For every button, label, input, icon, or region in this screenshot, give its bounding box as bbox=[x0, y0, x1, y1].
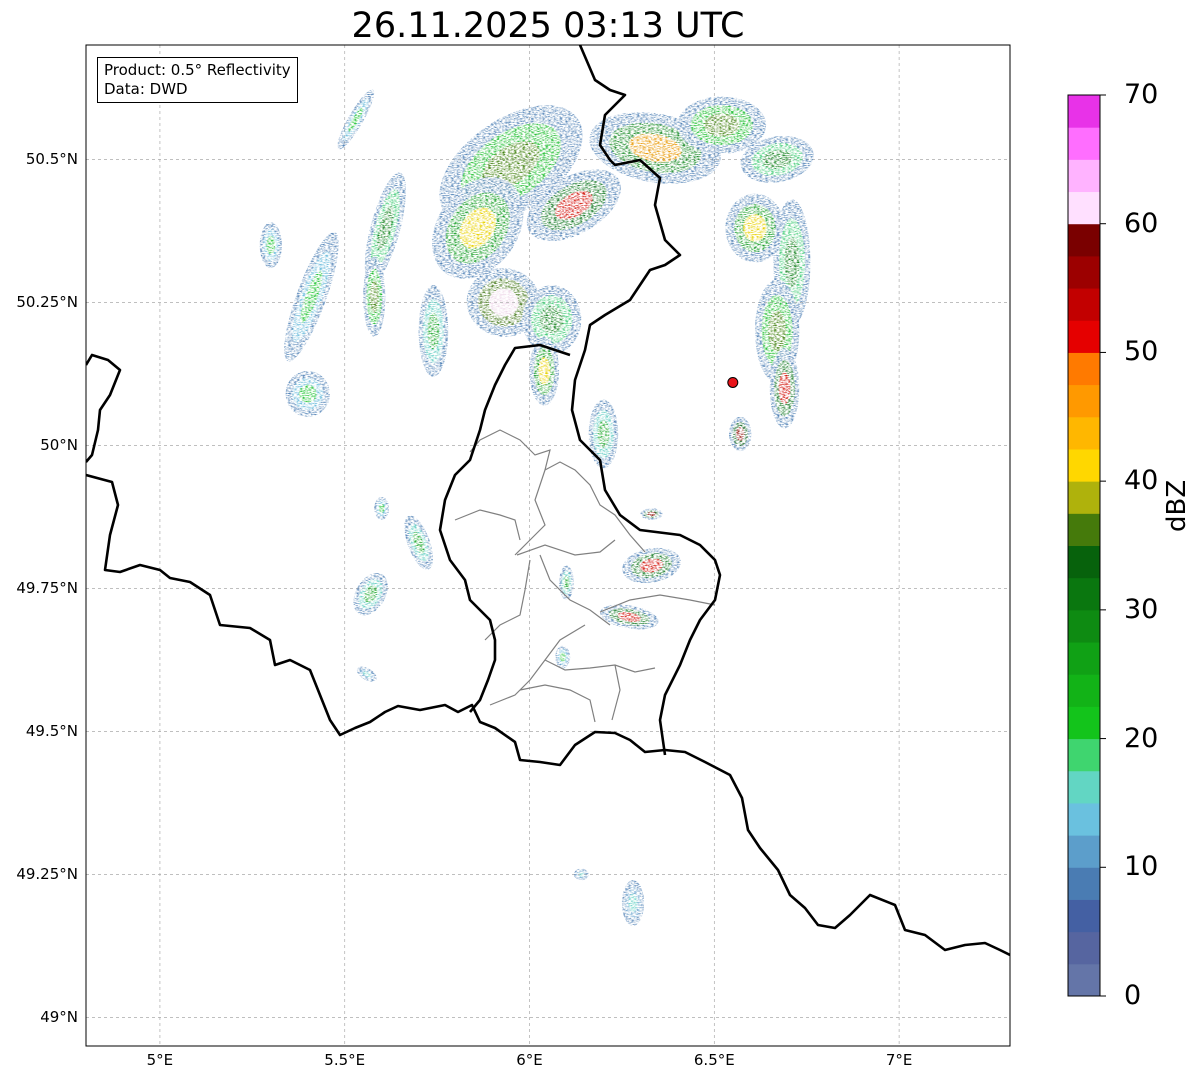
echo-cell bbox=[363, 256, 386, 337]
colorbar-segment bbox=[1068, 255, 1100, 289]
colorbar-segment bbox=[1068, 127, 1100, 160]
info-box: Product: 0.5° Reflectivity Data: DWD bbox=[97, 57, 298, 103]
x-tick-label: 6.5°E bbox=[693, 1051, 735, 1069]
colorbar-segment bbox=[1068, 481, 1100, 514]
colorbar-segment bbox=[1068, 642, 1100, 675]
colorbar-segment bbox=[1068, 545, 1100, 579]
echo-cell bbox=[418, 285, 449, 377]
colorbar-tick-label: 40 bbox=[1124, 465, 1159, 497]
colorbar-label: dBZ bbox=[1162, 479, 1192, 532]
data-source-label: Data: DWD bbox=[104, 80, 188, 98]
colorbar-segment bbox=[1068, 706, 1100, 740]
colorbar-segment bbox=[1068, 288, 1100, 321]
radar-site-marker bbox=[727, 376, 739, 388]
colorbar-segment bbox=[1068, 320, 1100, 353]
echo-cell bbox=[573, 868, 589, 881]
colorbar-segment bbox=[1068, 416, 1100, 450]
y-tick-label: 49.25°N bbox=[16, 865, 78, 884]
radar-map bbox=[85, 44, 1106, 1047]
colorbar-segment bbox=[1068, 770, 1100, 804]
echo-cell bbox=[640, 508, 663, 520]
colorbar-tick-label: 10 bbox=[1124, 851, 1159, 883]
colorbar-tick-label: 0 bbox=[1124, 980, 1142, 1011]
echo-cell bbox=[588, 399, 619, 469]
colorbar-segment bbox=[1068, 899, 1100, 933]
echo-cell bbox=[555, 645, 571, 669]
echo-cell bbox=[559, 565, 574, 600]
colorbar-segment bbox=[1068, 835, 1100, 868]
y-tick-label: 50.5°N bbox=[25, 150, 78, 169]
y-tick-label: 50.25°N bbox=[16, 293, 78, 312]
colorbar-segment bbox=[1068, 674, 1100, 707]
colorbar-segment bbox=[1068, 577, 1100, 611]
colorbar-segment bbox=[1068, 513, 1100, 546]
colorbar-segment bbox=[1068, 963, 1100, 997]
echo-cell bbox=[259, 222, 282, 269]
colorbar-segment bbox=[1068, 609, 1100, 643]
colorbar-segment bbox=[1068, 802, 1100, 836]
y-tick-label: 49°N bbox=[40, 1008, 78, 1027]
echo-cell bbox=[729, 416, 752, 452]
product-label: Product: 0.5° Reflectivity bbox=[104, 61, 291, 79]
radar-site-dot bbox=[727, 376, 739, 388]
y-tick-label: 50°N bbox=[40, 436, 78, 455]
y-tick-label: 49.75°N bbox=[16, 579, 78, 598]
colorbar-segment bbox=[1068, 448, 1100, 482]
colorbar-segment bbox=[1068, 223, 1100, 257]
x-tick-label: 5°E bbox=[146, 1051, 174, 1069]
echo-cell bbox=[621, 880, 645, 926]
echo-cell bbox=[285, 371, 330, 417]
echo-cell bbox=[374, 496, 390, 520]
colorbar-segment bbox=[1068, 738, 1100, 772]
colorbar bbox=[1067, 94, 1106, 997]
echo-cell bbox=[769, 348, 800, 429]
colorbar-tick-label: 30 bbox=[1124, 593, 1159, 625]
colorbar-segment bbox=[1068, 931, 1100, 965]
x-tick-label: 6°E bbox=[516, 1051, 543, 1069]
colorbar-tick-label: 20 bbox=[1124, 722, 1159, 754]
colorbar-segment bbox=[1068, 384, 1100, 418]
colorbar-segment bbox=[1068, 352, 1100, 386]
colorbar-segment bbox=[1068, 191, 1100, 225]
colorbar-segment bbox=[1068, 159, 1100, 193]
colorbar-segment bbox=[1068, 95, 1100, 128]
x-tick-label: 5.5°E bbox=[324, 1051, 366, 1069]
colorbar-tick-label: 70 bbox=[1124, 79, 1159, 110]
colorbar-tick-label: 50 bbox=[1124, 336, 1159, 368]
y-tick-label: 49.5°N bbox=[25, 722, 78, 741]
colorbar-tick-label: 60 bbox=[1124, 207, 1159, 239]
x-tick-label: 7°E bbox=[885, 1051, 913, 1069]
colorbar-segment bbox=[1068, 867, 1100, 900]
